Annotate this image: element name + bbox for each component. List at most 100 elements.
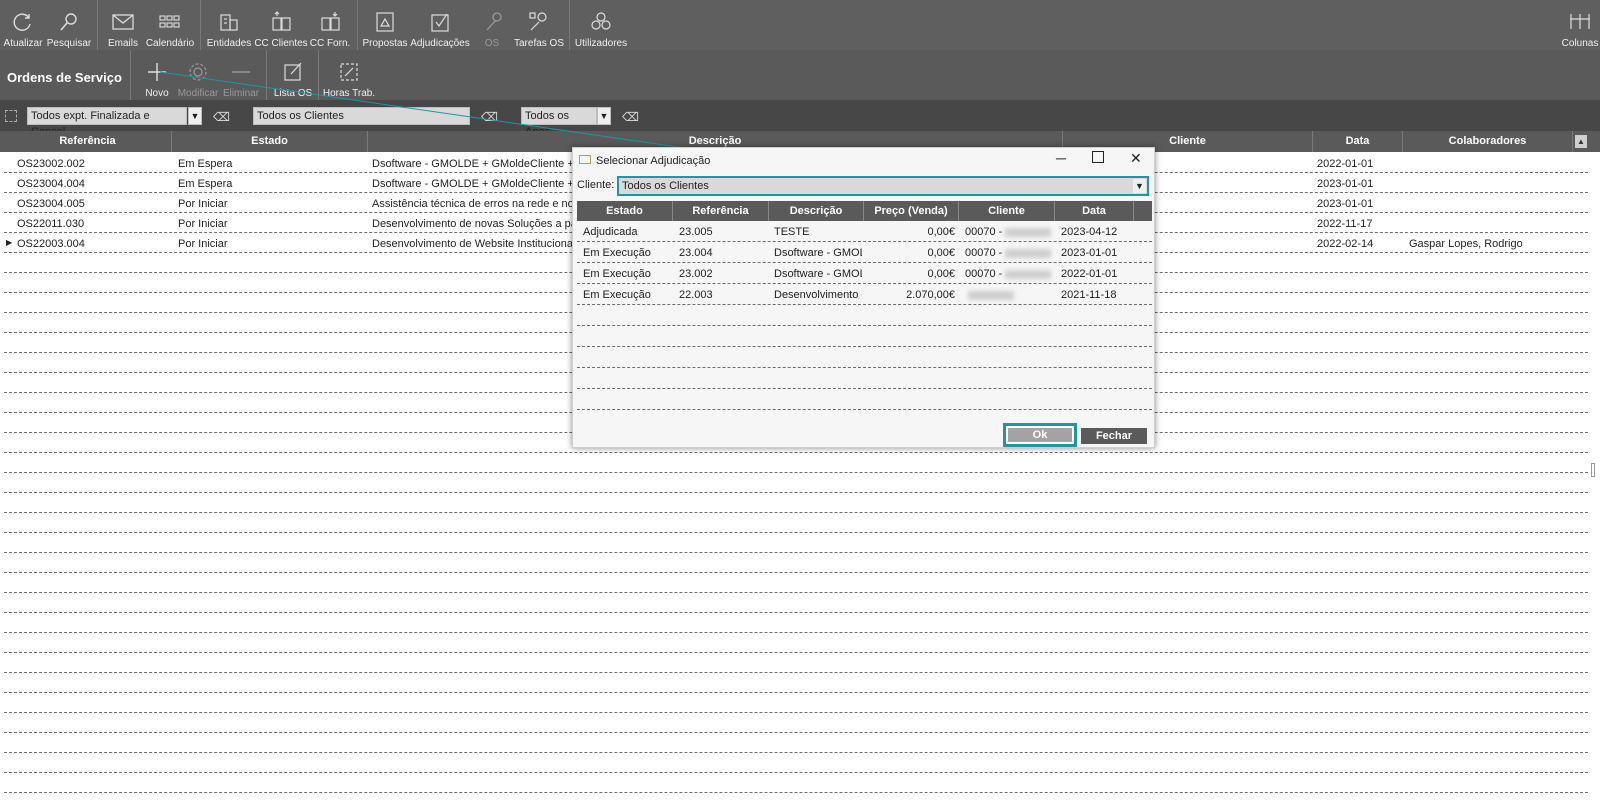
dialog-cell-data: 2022-01-01 [1061, 268, 1118, 280]
dialog-cell-descricao: Dsoftware - GMOLD [774, 268, 862, 280]
cell-referencia: OS23004.004 [17, 178, 85, 190]
toolbar-separator [318, 50, 319, 100]
eraser-icon[interactable]: ⌫ [213, 110, 230, 124]
table-row [4, 673, 1588, 693]
dialog-col-preco[interactable]: Preço (Venda) [864, 201, 959, 221]
dialog-cell-referencia: 23.002 [679, 268, 713, 280]
cliente-select[interactable]: Todos os Clientes ▼ [617, 176, 1149, 196]
plus-icon [148, 63, 166, 81]
horas-trab-button[interactable]: Horas Trab. [323, 50, 375, 100]
propostas-button[interactable]: Propostas [362, 0, 408, 50]
cell-referencia: OS23002.002 [17, 158, 85, 170]
chevron-down-icon[interactable]: ▼ [188, 107, 202, 125]
dialog-cell-cliente [965, 289, 1014, 301]
building-icon [220, 14, 238, 31]
cell-referencia: OS23004.005 [17, 198, 85, 210]
column-header-data[interactable]: Data [1313, 131, 1403, 152]
cell-estado: Em Espera [178, 178, 233, 190]
chevron-down-icon[interactable]: ▼ [597, 107, 611, 125]
novo-button[interactable]: Novo [143, 50, 171, 100]
select-all-icon[interactable] [5, 110, 17, 122]
cell-estado: Por Iniciar [178, 198, 228, 210]
scrollbar-thumb[interactable] [1591, 463, 1595, 477]
os-button[interactable]: OS [480, 0, 504, 50]
cc-forn-button[interactable]: CC Forn. [310, 0, 350, 50]
eraser-icon[interactable]: ⌫ [622, 110, 639, 124]
table-row [4, 693, 1588, 713]
dialog-row [577, 389, 1152, 410]
cell-descricao: Desenvolvimento de Website Institucional… [372, 238, 585, 250]
edit-list-icon [284, 62, 302, 81]
row-pointer-icon: ▶ [6, 238, 13, 247]
anos-filter[interactable]: Todos os Anos [521, 107, 597, 138]
calendario-button[interactable]: Calendário [146, 0, 194, 50]
dialog-cell-descricao: Dsoftware - GMOLD [774, 247, 862, 259]
cliente-label: Cliente: [577, 179, 615, 191]
column-header-colaboradores[interactable]: Colaboradores [1403, 131, 1573, 152]
clientes-filter[interactable]: Todos os Clientes [253, 107, 470, 125]
dialog-row [577, 326, 1152, 347]
fechar-button[interactable]: Fechar [1081, 428, 1147, 444]
cell-estado: Em Espera [178, 158, 233, 170]
users-icon [591, 12, 611, 30]
eraser-icon[interactable]: ⌫ [481, 110, 498, 124]
table-row [4, 593, 1588, 613]
proposal-icon [376, 12, 394, 32]
toolbar-separator [130, 50, 131, 100]
dialog-cell-referencia: 22.003 [679, 289, 713, 301]
close-icon[interactable]: ✕ [1130, 150, 1142, 167]
table-row [4, 473, 1588, 493]
cell-descricao: Dsoftware - GMOLDE + GMoldeCliente + SV [372, 178, 592, 190]
toolbar-separator [357, 0, 358, 50]
column-header-estado[interactable]: Estado [172, 131, 368, 152]
gear-icon [189, 63, 207, 81]
table-row [4, 633, 1588, 653]
modificar-button[interactable]: Modificar [178, 50, 218, 100]
dialog-col-cliente[interactable]: Cliente [959, 201, 1055, 221]
chevron-down-icon[interactable]: ▼ [1133, 179, 1146, 193]
cell-colaboradores: Gaspar Lopes, Rodrigo [1409, 238, 1523, 250]
dialog-row [577, 347, 1152, 368]
table-row [4, 713, 1588, 733]
dialog-col-referencia[interactable]: Referência [673, 201, 769, 221]
timesheet-icon [340, 63, 358, 81]
adjudicacoes-button[interactable]: Adjudicações [410, 0, 470, 50]
dialog-col-data[interactable]: Data [1055, 201, 1134, 221]
estado-filter[interactable]: Todos expt. Finalizada e Cancel. [27, 107, 187, 138]
emails-button[interactable]: Emails [108, 0, 138, 50]
utilizadores-button[interactable]: Utilizadores [575, 0, 627, 50]
cc-clientes-button[interactable]: CC Clientes [254, 0, 308, 50]
entidades-button[interactable]: Entidades [207, 0, 251, 50]
dialog-cell-estado: Em Execução [583, 268, 651, 280]
toolbar-separator [200, 0, 201, 50]
dialog-cell-cliente: 00070 - [965, 226, 1052, 238]
tarefas-os-button[interactable]: Tarefas OS [514, 0, 564, 50]
pesquisar-button[interactable]: Pesquisar [47, 0, 91, 50]
dialog-row [577, 305, 1152, 326]
atualizar-button[interactable]: Atualizar [4, 0, 42, 50]
refresh-icon [13, 13, 31, 31]
minus-icon [232, 71, 250, 73]
cell-descricao: Assistência técnica de erros na rede e n… [372, 198, 589, 210]
column-header-referencia[interactable]: Referência [4, 131, 172, 152]
dialog-title: Selecionar Adjudicação [596, 155, 711, 167]
toolbar-separator [569, 0, 570, 50]
colunas-button[interactable]: Colunas [1562, 0, 1598, 50]
dialog-col-estado[interactable]: Estado [577, 201, 673, 221]
dialog-col-descricao[interactable]: Descrição [769, 201, 864, 221]
dialog-cell-descricao: TESTE [774, 226, 810, 238]
cell-descricao: Dsoftware - GMOLDE + GMoldeCliente + SV [372, 158, 592, 170]
dialog-cell-referencia: 23.005 [679, 226, 713, 238]
table-row [4, 533, 1588, 553]
calendar-grid-icon [159, 15, 180, 28]
dialog-cell-descricao: Desenvolvimento d [774, 289, 862, 301]
sort-up-icon[interactable]: ▲ [1575, 135, 1587, 148]
dialog-cell-preco: 0,00€ [927, 226, 955, 238]
minimize-icon[interactable]: ─ [1056, 150, 1066, 166]
ok-button[interactable]: Ok [1003, 423, 1077, 447]
cell-estado: Por Iniciar [178, 218, 228, 230]
eliminar-button[interactable]: Eliminar [223, 50, 259, 100]
maximize-icon[interactable] [1092, 151, 1104, 163]
cell-referencia: OS22003.004 [17, 238, 85, 250]
lista-os-button[interactable]: Lista OS [274, 50, 312, 100]
